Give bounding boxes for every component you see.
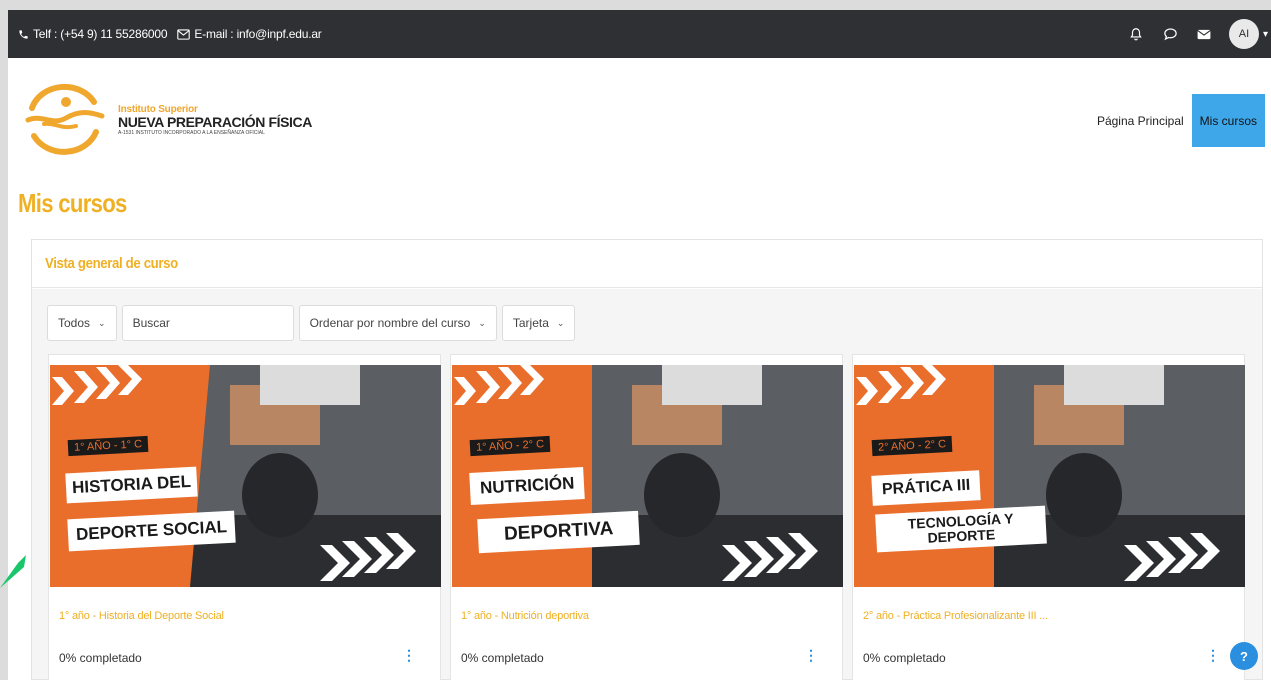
block-header: Vista general de curso xyxy=(32,240,1262,288)
bell-icon[interactable] xyxy=(1127,25,1145,43)
help-button[interactable]: ? xyxy=(1230,642,1258,670)
phone-icon xyxy=(19,29,28,39)
course-actions-menu-icon[interactable]: ⋮ xyxy=(402,647,416,664)
course-overview-block: Vista general de curso Todos ⌄ Ordenar p… xyxy=(31,239,1263,680)
nav-mycourses-link[interactable]: Mis cursos xyxy=(1191,94,1265,147)
course-progress: 0% completado xyxy=(461,651,544,665)
course-card[interactable]: 1° AÑO - 1° C HISTORIA DEL DEPORTE SOCIA… xyxy=(48,354,441,680)
page-title: Mis cursos xyxy=(18,188,127,218)
envelope-icon[interactable] xyxy=(1195,25,1213,43)
course-banner-line-1: PRÁTICA III xyxy=(871,470,982,506)
view-label: Tarjeta xyxy=(512,316,549,330)
phone-text: Telf : (+54 9) 11 55286000 xyxy=(33,27,168,41)
course-actions-menu-icon[interactable]: ⋮ xyxy=(1206,647,1220,664)
chevron-down-icon: ⌄ xyxy=(556,317,565,328)
green-arrow-icon xyxy=(0,555,26,588)
course-progress: 0% completado xyxy=(863,651,946,665)
chevron-down-icon: ⌄ xyxy=(98,317,106,328)
logo-emblem-icon xyxy=(25,83,105,155)
user-menu-icons: AI ▾ xyxy=(1127,10,1271,58)
course-name-link[interactable]: 1° año - Historia del Deporte Social xyxy=(59,610,224,622)
filter-bar: Todos ⌄ Ordenar por nombre del curso ⌄ T… xyxy=(47,305,576,341)
user-avatar[interactable]: AI xyxy=(1229,19,1259,49)
contact-info: Telf : (+54 9) 11 55286000 E-mail : info… xyxy=(18,10,322,58)
chat-icon[interactable] xyxy=(1161,25,1179,43)
search-field[interactable] xyxy=(121,305,294,341)
sort-label: Ordenar por nombre del curso xyxy=(309,316,471,330)
chevron-down-icon: ⌄ xyxy=(478,317,486,328)
block-body: Todos ⌄ Ordenar por nombre del curso ⌄ T… xyxy=(32,289,1262,680)
phone-contact: Telf : (+54 9) 11 55286000 xyxy=(18,27,168,41)
page-content: Instituto Superior NUEVA PREPARACIÓN FÍS… xyxy=(8,58,1271,680)
course-image[interactable]: 2° AÑO - 2° C PRÁTICA III TECNOLOGÍA Y D… xyxy=(854,365,1245,587)
course-cards: 1° AÑO - 1° C HISTORIA DEL DEPORTE SOCIA… xyxy=(48,354,1245,680)
course-name-link[interactable]: 1° año - Nutrición deportiva xyxy=(461,610,589,622)
course-name-link[interactable]: 2° año - Práctica Profesionalizante III … xyxy=(863,610,1048,622)
course-banner-line-1: NUTRICIÓN xyxy=(469,467,586,505)
view-dropdown[interactable]: Tarjeta ⌄ xyxy=(501,305,576,341)
logo-line-2: NUEVA PREPARACIÓN FÍSICA xyxy=(118,114,312,130)
grouping-label: Todos xyxy=(58,316,91,330)
search-input[interactable] xyxy=(132,316,283,330)
course-actions-menu-icon[interactable]: ⋮ xyxy=(804,647,818,664)
course-card[interactable]: 2° AÑO - 2° C PRÁTICA III TECNOLOGÍA Y D… xyxy=(852,354,1245,680)
logo-line-3: A-1531 INSTITUTO INCORPORADO A LA ENSEÑA… xyxy=(118,130,265,136)
chevron-down-icon[interactable]: ▾ xyxy=(1263,29,1271,40)
grouping-dropdown[interactable]: Todos ⌄ xyxy=(47,305,117,341)
email-text: E-mail : info@inpf.edu.ar xyxy=(194,27,322,41)
nav-home-link[interactable]: Página Principal xyxy=(1089,94,1192,147)
block-title: Vista general de curso xyxy=(45,255,178,272)
email-contact: E-mail : info@inpf.edu.ar xyxy=(177,27,322,41)
sort-dropdown[interactable]: Ordenar por nombre del curso ⌄ xyxy=(298,305,497,341)
main-nav: Página Principal Mis cursos xyxy=(1089,94,1265,147)
top-bar: Telf : (+54 9) 11 55286000 E-mail : info… xyxy=(8,10,1271,58)
course-image[interactable]: 1° AÑO - 1° C HISTORIA DEL DEPORTE SOCIA… xyxy=(50,365,441,587)
site-logo[interactable]: Instituto Superior NUEVA PREPARACIÓN FÍS… xyxy=(22,80,312,160)
course-card[interactable]: 1° AÑO - 2° C NUTRICIÓN DEPORTIVA 1° año… xyxy=(450,354,843,680)
course-progress: 0% completado xyxy=(59,651,142,665)
course-image[interactable]: 1° AÑO - 2° C NUTRICIÓN DEPORTIVA xyxy=(452,365,843,587)
mail-outline-icon xyxy=(177,28,191,40)
